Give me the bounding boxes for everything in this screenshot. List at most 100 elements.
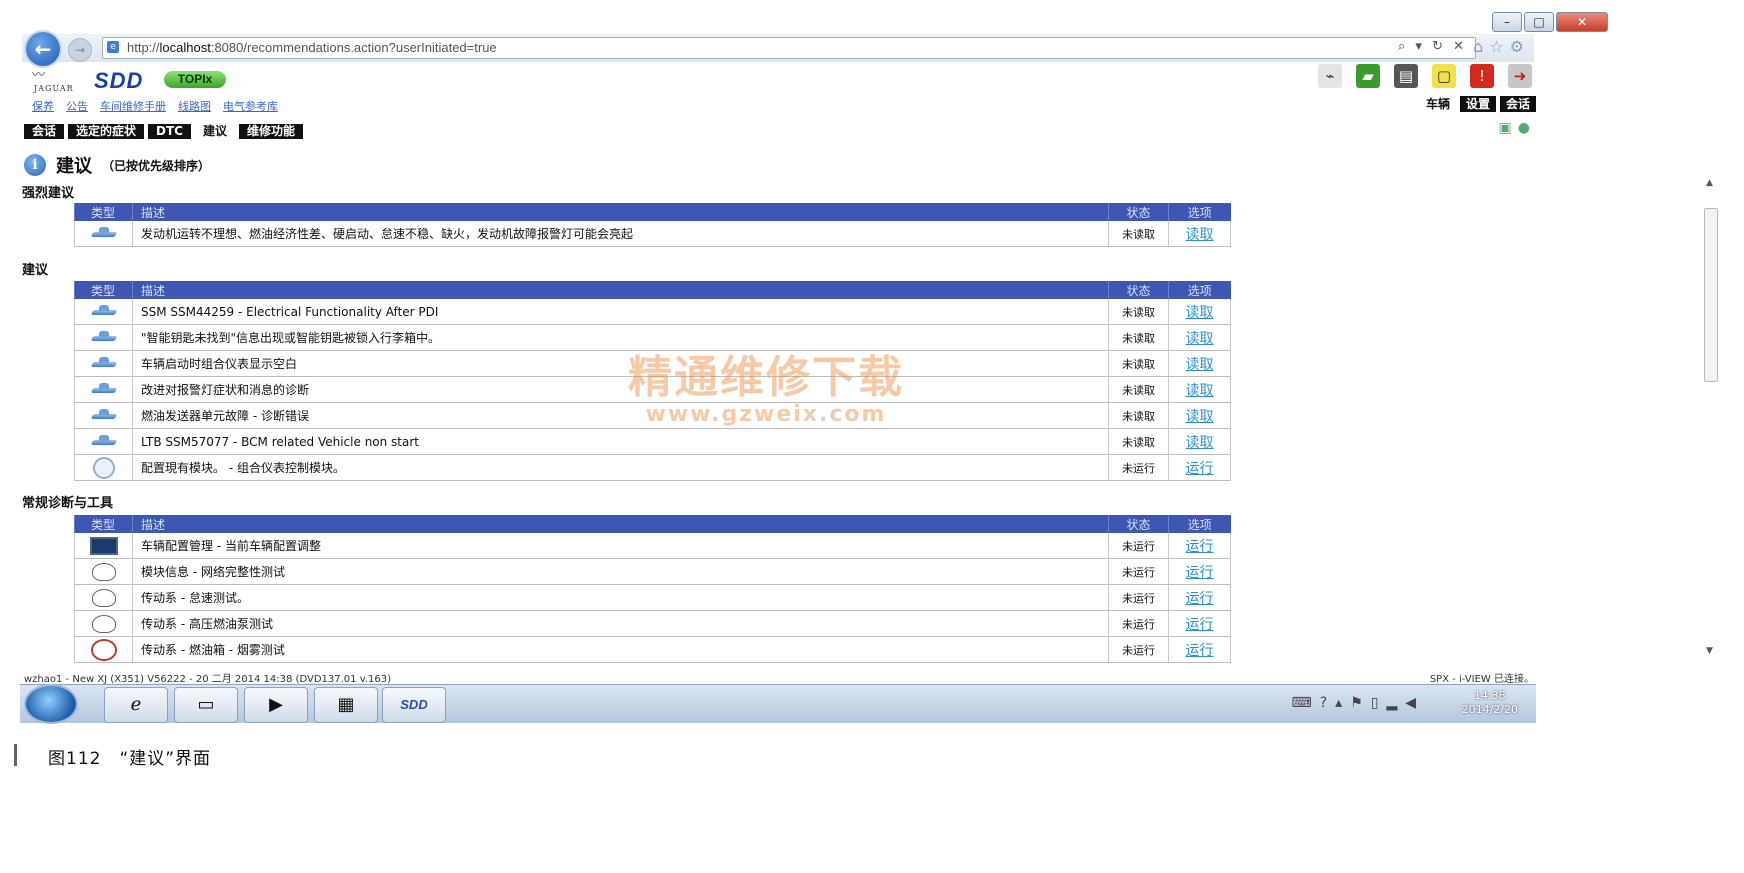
back-button[interactable]: ← <box>26 32 60 66</box>
window-taskbar-icon[interactable]: ▦ <box>314 687 378 723</box>
screen-icon <box>89 536 118 555</box>
table-row[interactable]: 传动系 - 高压燃油泵测试 未运行 运行 <box>74 610 1231 637</box>
description-cell: SSM SSM44259 - Electrical Functionality … <box>132 299 1109 325</box>
link-electrical-reference[interactable]: 电气参考库 <box>223 98 278 114</box>
option-link[interactable]: 运行 <box>1186 591 1214 607</box>
option-link[interactable]: 读取 <box>1186 305 1214 321</box>
alert-icon[interactable]: ! <box>1470 64 1494 88</box>
table-header-row: 类型 描述 状态 选项 <box>74 515 1231 533</box>
option-cell: 读取 <box>1168 299 1231 325</box>
scroll-thumb[interactable] <box>1704 208 1718 382</box>
tab-repair-functions[interactable]: 维修功能 <box>239 124 304 139</box>
scroll-down-icon[interactable]: ▼ <box>1706 646 1713 656</box>
media-taskbar-icon[interactable]: ▶ <box>244 687 308 723</box>
type-cell <box>74 584 133 611</box>
option-cell: 读取 <box>1168 428 1231 455</box>
module-icon <box>92 456 115 479</box>
option-cell: 读取 <box>1168 324 1231 351</box>
description-cell: 传动系 - 怠速测试。 <box>132 584 1109 611</box>
table-row[interactable]: 传动系 - 怠速测试。 未运行 运行 <box>74 584 1231 611</box>
option-link[interactable]: 读取 <box>1186 331 1214 347</box>
note-icon[interactable]: ▢ <box>1432 64 1456 88</box>
topix-button[interactable]: TOPIx <box>164 71 226 88</box>
table-row[interactable]: SSM SSM44259 - Electrical Functionality … <box>74 299 1231 325</box>
table-row[interactable]: 模块信息 - 网络完整性测试 未运行 运行 <box>74 558 1231 585</box>
toolbar-icons: ⌁ ▰ ▤ ▢ ! ➜ <box>1318 64 1532 88</box>
type-cell <box>74 376 133 403</box>
clock[interactable]: 14:38 2014/2/20 <box>1462 689 1518 717</box>
info-icon: i <box>24 154 46 176</box>
status-cell: 未运行 <box>1108 584 1169 611</box>
minimize-button[interactable]: – <box>1492 12 1522 32</box>
status-cell: 未运行 <box>1108 636 1169 663</box>
tab-vehicle[interactable]: 车辆 <box>1420 96 1456 112</box>
option-link[interactable]: 读取 <box>1186 227 1214 243</box>
link-workshop-manual[interactable]: 车间维修手册 <box>100 98 166 114</box>
description-cell: 模块信息 - 网络完整性测试 <box>132 558 1109 585</box>
option-link[interactable]: 读取 <box>1186 383 1214 399</box>
description-cell: 燃油发送器单元故障 - 诊断错误 <box>132 402 1109 429</box>
table-row[interactable]: LTB SSM57077 - BCM related Vehicle non s… <box>74 428 1231 455</box>
jaguar-leaper-icon: 〰 <box>32 68 46 83</box>
table-row[interactable]: 配置現有模块。 - 组合仪表控制模块。 未运行 运行 <box>74 454 1231 481</box>
sdd-taskbar-button[interactable]: SDD <box>382 687 446 723</box>
table-row[interactable]: 燃油发送器单元故障 - 诊断错误 未读取 读取 <box>74 402 1231 429</box>
link-wiring-diagram[interactable]: 线路图 <box>178 98 211 114</box>
column-header-state: 状态 <box>1108 203 1169 221</box>
option-link[interactable]: 读取 <box>1186 409 1214 425</box>
battery-icon[interactable]: ▰ <box>1356 64 1380 88</box>
option-link[interactable]: 运行 <box>1186 617 1214 633</box>
forward-button[interactable]: → <box>68 38 92 62</box>
link-maintenance[interactable]: 保养 <box>32 98 54 114</box>
link-bulletins[interactable]: 公告 <box>66 98 88 114</box>
close-button[interactable]: ✕ <box>1556 12 1608 32</box>
connection-status-icons: ▣● <box>1498 120 1536 136</box>
status-cell: 未运行 <box>1108 454 1169 481</box>
session-info: wzhao1 - New XJ (X351) V56222 - 20 二月 20… <box>24 674 391 685</box>
option-cell: 运行 <box>1168 584 1231 611</box>
wrench-icon <box>92 330 116 345</box>
exit-icon[interactable]: ➜ <box>1508 64 1532 88</box>
table-row[interactable]: 车辆配置管理 - 当前车辆配置调整 未运行 运行 <box>74 533 1231 559</box>
tab-session[interactable]: 会话 <box>1499 96 1536 112</box>
option-link[interactable]: 运行 <box>1186 461 1214 477</box>
tab-recommendations[interactable]: 建议 <box>194 124 235 139</box>
description-cell: 车辆配置管理 - 当前车辆配置调整 <box>132 533 1109 559</box>
page-title-subtitle: （已按优先级排序） <box>102 158 211 173</box>
table-recommendations: 类型 描述 状态 选项 SSM SSM44259 - Electrical Functi… <box>74 281 1231 481</box>
page-title: i 建议 （已按优先级排序） <box>24 152 210 178</box>
maximize-button[interactable]: □ <box>1524 12 1554 32</box>
scroll-up-icon[interactable]: ▲ <box>1706 178 1713 188</box>
vci-icon[interactable]: ▤ <box>1394 64 1418 88</box>
option-link[interactable]: 运行 <box>1186 565 1214 581</box>
option-link[interactable]: 读取 <box>1186 357 1214 373</box>
vertical-scrollbar[interactable]: ▲ ▼ <box>1702 178 1718 656</box>
table-row[interactable]: 改进对报警灯症状和消息的诊断 未读取 读取 <box>74 376 1231 403</box>
home-favorites-tools-icons[interactable]: ⌂☆⚙ <box>1473 37 1530 56</box>
browser-navbar: ← → e http://localhost:8080/recommendati… <box>22 32 1534 66</box>
page-icon: e <box>107 41 119 53</box>
address-tools[interactable]: ⌕ ▾ ↻ ✕ <box>1398 39 1467 54</box>
address-bar[interactable]: e http://localhost:8080/recommendations.… <box>102 37 1476 59</box>
option-link[interactable]: 运行 <box>1186 539 1214 555</box>
vehicle-id-icon[interactable]: ⌁ <box>1318 64 1342 88</box>
option-link[interactable]: 运行 <box>1186 643 1214 659</box>
type-cell <box>74 610 133 637</box>
ie-taskbar-icon[interactable]: ℯ <box>104 687 168 723</box>
table-row[interactable]: 传动系 - 燃油箱 - 烟雾测试 未运行 运行 <box>74 636 1231 663</box>
table-row[interactable]: 发动机运转不理想、燃油经济性差、硬启动、怠速不稳、缺火，发动机故障报警灯可能会亮… <box>74 221 1231 247</box>
tab-dtc[interactable]: DTC <box>148 124 191 139</box>
start-button[interactable] <box>26 686 76 722</box>
clock-date: 2014/2/20 <box>1461 703 1518 716</box>
tab-selected-symptoms[interactable]: 选定的症状 <box>68 124 145 139</box>
tab-session-main[interactable]: 会话 <box>24 124 65 139</box>
option-link[interactable]: 读取 <box>1186 435 1214 451</box>
folder-taskbar-icon[interactable]: ▭ <box>174 687 238 723</box>
tab-settings[interactable]: 设置 <box>1459 96 1496 112</box>
gauge-red-icon <box>90 638 117 661</box>
table-row[interactable]: "智能钥匙未找到"信息出现或智能钥匙被锁入行李箱中。 未读取 读取 <box>74 324 1231 351</box>
table-row[interactable]: 车辆启动时组合仪表显示空白 未读取 读取 <box>74 350 1231 377</box>
option-cell: 读取 <box>1168 402 1231 429</box>
system-tray-icons[interactable]: ⌨?▴⚑▯▂◀ <box>1292 695 1424 711</box>
column-header-desc: 描述 <box>132 203 1109 221</box>
